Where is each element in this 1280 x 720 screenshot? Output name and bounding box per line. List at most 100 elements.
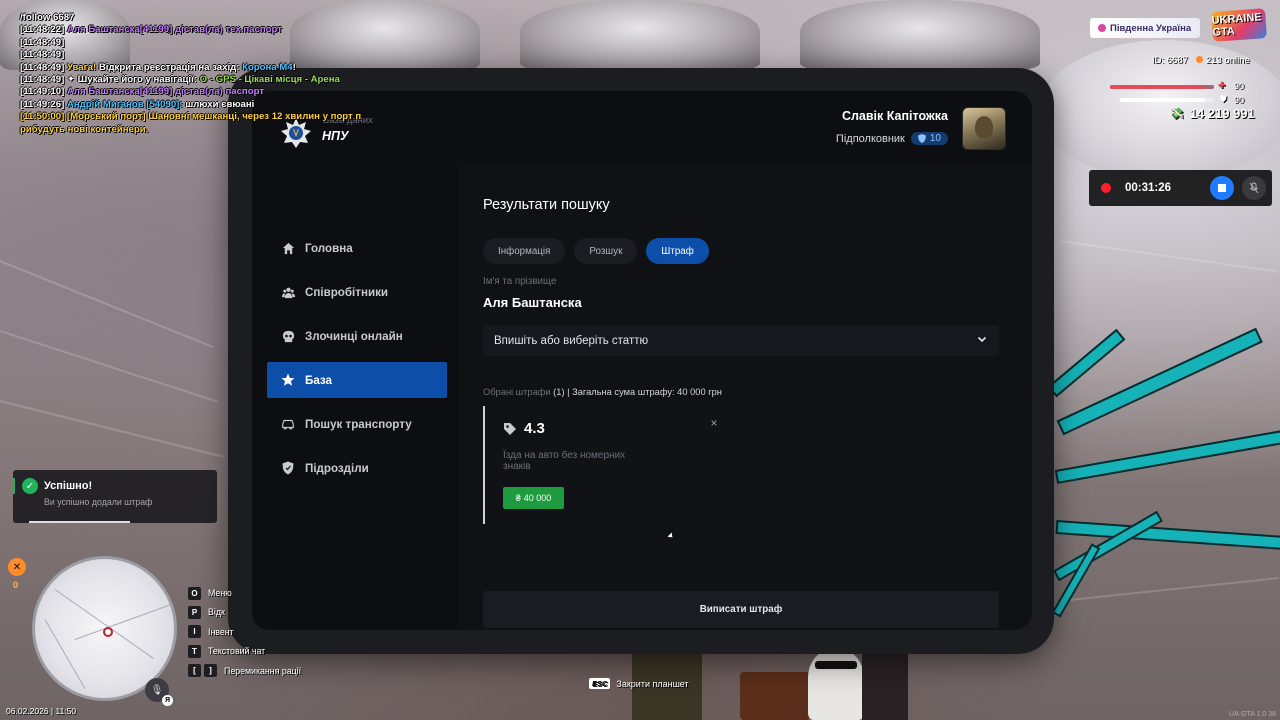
star-icon (281, 373, 295, 387)
users-icon (281, 285, 295, 299)
name-label: Ім'я та прізвище (483, 276, 557, 287)
fines-summary-value: (1) | Загальна сума штрафу: 40 000 грн (550, 387, 722, 397)
chat-text: шлюхи євюані (185, 98, 255, 110)
chat-log: /follow 6687 [11:48:22] Аля Баштанска[411… (20, 12, 361, 136)
chat-text: [11:48:22] (20, 24, 67, 36)
map-road (74, 601, 174, 640)
sidebar-item-label: Співробітники (305, 285, 389, 299)
chat-line: /follow 6687 (20, 12, 361, 24)
keybind-row: O Меню (188, 586, 301, 600)
sidebar-item-label: База (305, 373, 332, 387)
tab-2[interactable]: Розшук (574, 238, 638, 264)
toast-accent (13, 478, 15, 494)
chat-text: Корона М4 (242, 61, 293, 73)
chat-text: [11:48:49] ✦ Шукайте його у навігації: (20, 74, 200, 86)
sidebar-item-label: Пошук транспорту (305, 417, 412, 431)
record-time: 00:31:26 (1125, 182, 1172, 194)
sidebar-item-label: Підрозділи (305, 461, 369, 475)
chat-text: [11:49:26] (20, 98, 67, 110)
keybind-row: I Інвент (188, 625, 301, 639)
tablet-header: База даних НПУ Славік Капітожка Підполко… (252, 91, 1032, 164)
chat-line: [11:48:49] (20, 37, 361, 49)
chat-text: [11:48:49] (20, 61, 67, 73)
rank-badge: 10 (910, 132, 948, 145)
wrench-icon: ✕ (8, 558, 26, 576)
chat-line: [11:49:26] Андрій Миганов [54090]: шлюхи… (20, 99, 361, 111)
sidebar-item-6[interactable]: Підрозділи (267, 450, 447, 486)
shield-icon (281, 461, 295, 475)
success-toast: ✓ Успішно! Ви успішно додали штраф (13, 470, 217, 523)
key-cap: O (188, 586, 201, 600)
mic-off-icon (1249, 182, 1259, 194)
keybind-label: Текстовий чат (208, 646, 266, 657)
sidebar-item-3[interactable]: Злочинці онлайн (267, 318, 447, 354)
stop-record-button[interactable] (1210, 176, 1234, 200)
health-value: 90 (1234, 81, 1245, 91)
stop-icon (1218, 184, 1226, 192)
snow-track (0, 400, 224, 458)
chat-text: Аля Баштанска[41199] дістав(ла) тех.пасп… (66, 24, 282, 36)
officer-avatar[interactable] (962, 107, 1006, 150)
keybind-label: Інвент (208, 626, 234, 637)
result-tabs: Інформація Розшук Штраф (483, 238, 709, 264)
mute-mic-button[interactable] (1242, 176, 1266, 200)
fine-amount-badge: ₴ 40 000 (503, 487, 564, 509)
chat-text: [11:48:49] (20, 49, 65, 61)
sidebar-item-1[interactable]: Головна (267, 230, 447, 266)
player-id-row: ID: 6687 213 online (1152, 55, 1250, 66)
game-logo: UKRAINE GTA (1211, 8, 1267, 42)
sidebar-item-label: Злочинці онлайн (305, 329, 403, 343)
player-position-icon (103, 627, 113, 637)
chat-line: [11:48:49] Увага! Відкрита реєстрація на… (20, 62, 361, 74)
chat-text: рибудуть нові контейнери. (20, 123, 149, 135)
chat-line: рибудуть нові контейнери. (20, 124, 361, 136)
server-name: Південна Україна (1110, 22, 1192, 34)
keybind-label: Відк (208, 607, 225, 618)
language-indicator: Я (162, 695, 173, 706)
name-value: Аля Баштанска (483, 295, 582, 310)
teal-object (1056, 327, 1263, 436)
chat-line: [11:48:49] (20, 49, 361, 61)
article-select[interactable]: Впишіть або виберіть статтю (483, 325, 999, 356)
keybind-row: P Відк (188, 605, 301, 619)
armor-icon: ⛊ (1220, 94, 1227, 104)
sidebar-item-2[interactable]: Співробітники (267, 274, 447, 310)
badge-shield-icon (917, 134, 926, 143)
chevron-down-icon (977, 336, 987, 343)
fine-article-code: 4.3 (524, 420, 545, 437)
chat-text: [11:49:10] (20, 86, 67, 98)
chat-text: Андрій Миганов [54090]: (66, 98, 186, 110)
issue-fine-button[interactable]: Виписати штраф (483, 591, 999, 628)
fine-description: Їзда на авто без номерних знаків (503, 450, 626, 472)
key-cap: I (188, 625, 201, 639)
money-icon: 💸 (1170, 108, 1184, 120)
remove-fine-button[interactable]: × (707, 416, 721, 430)
record-dot-icon (1101, 183, 1111, 193)
snow-track (1059, 577, 1279, 602)
toast-message: Ви успішно додали штраф (44, 497, 153, 507)
chat-text: /follow 6687 (20, 12, 75, 23)
fine-card: 4.3 × Їзда на авто без номерних знаків ₴… (483, 406, 733, 524)
sidebar-item-4[interactable]: База (267, 362, 447, 398)
hryvnia-icon: ₴ (515, 493, 521, 503)
officer-rank-row: Підполковник 10 (836, 132, 948, 145)
key-cap: T (188, 644, 201, 658)
keybind-row: T Текстовий чат (188, 644, 301, 658)
sidebar-item-5[interactable]: Пошук транспорту (267, 406, 447, 442)
tab-3[interactable]: Штраф (646, 238, 709, 264)
snow-track (0, 330, 220, 404)
tab-1[interactable]: Інформація (483, 238, 566, 264)
snow-tree (520, 0, 760, 70)
chat-text: [11:50:00] [Морський порт] Шановні мешка… (20, 111, 362, 123)
fines-summary-label: Обрані штрафи (483, 387, 551, 397)
map-road (44, 619, 86, 690)
key-cap: P (188, 605, 201, 619)
map-road (54, 589, 154, 659)
car-icon (281, 417, 295, 431)
results-title: Результати пошуку (483, 197, 610, 213)
teal-object (1047, 328, 1126, 398)
server-badge: Південна Україна (1090, 18, 1200, 38)
version-watermark: UA-GTA 1.0 38 (1229, 711, 1276, 718)
armor-value: 90 (1234, 95, 1245, 105)
keybind-help: O Меню P Відк I Інвент T Текстовий чат [] Перемик… (188, 586, 301, 684)
